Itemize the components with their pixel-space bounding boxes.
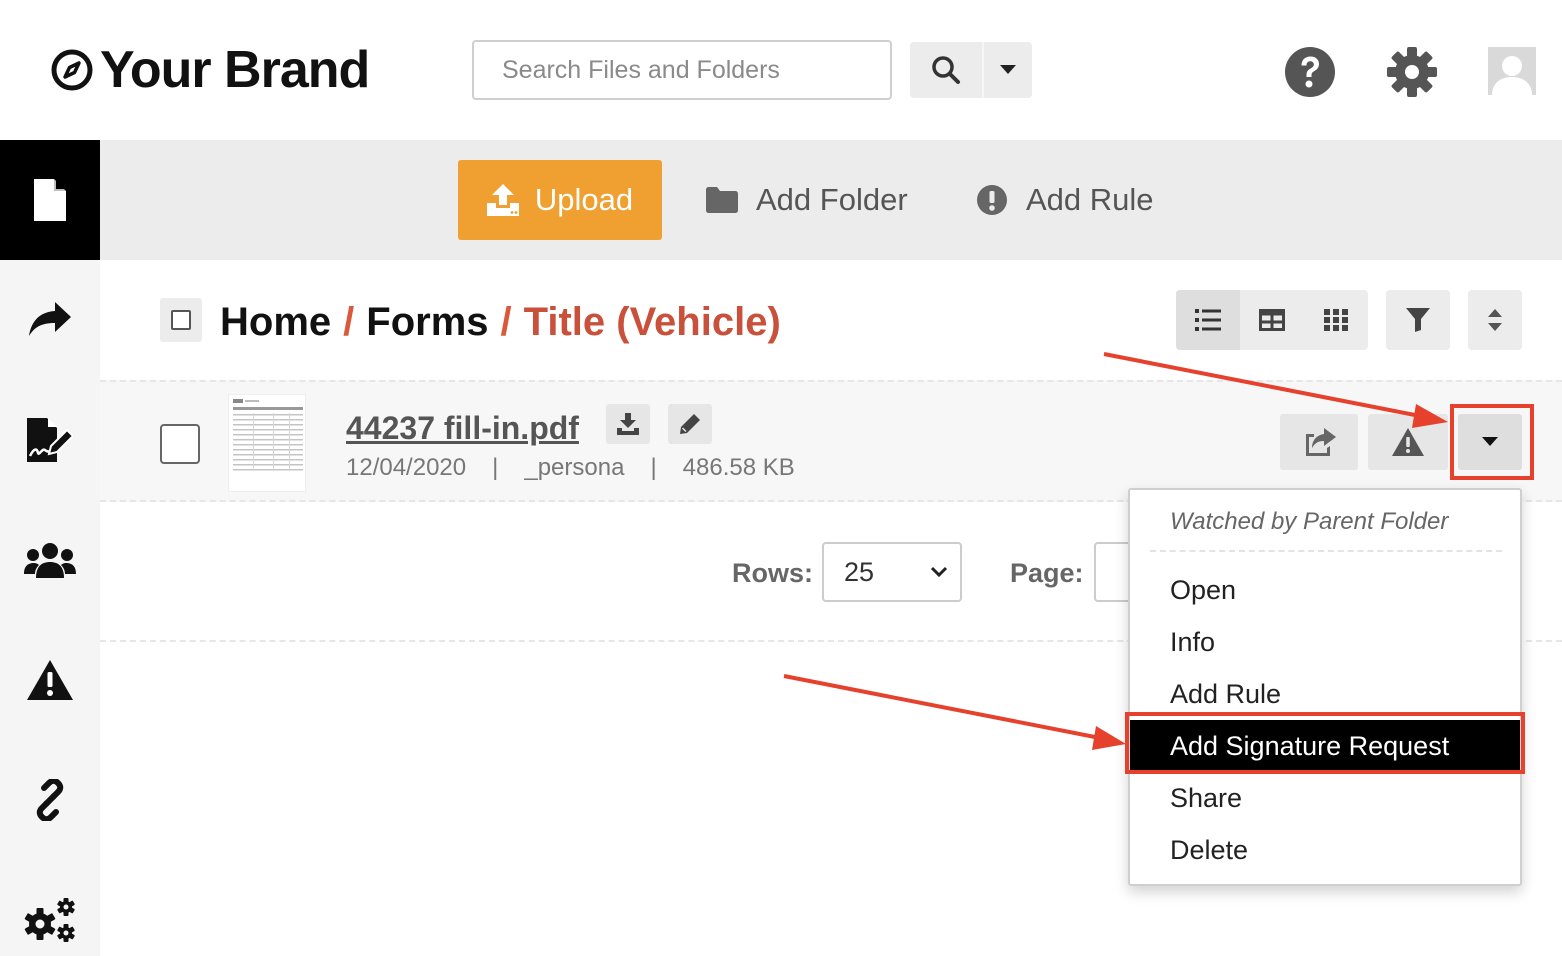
add-rule-button[interactable]: Add Rule bbox=[976, 160, 1154, 240]
share-file-button[interactable] bbox=[1280, 414, 1358, 470]
menu-divider bbox=[1150, 550, 1502, 552]
sidebar-item-alerts[interactable] bbox=[0, 620, 100, 740]
document-preview-icon bbox=[233, 399, 303, 471]
add-folder-label: Add Folder bbox=[756, 182, 908, 217]
user-silhouette-icon bbox=[1492, 56, 1532, 95]
breadcrumb-row: Home / Forms / Title (Vehicle) bbox=[100, 260, 1562, 380]
upload-icon bbox=[486, 184, 519, 216]
upload-button[interactable]: Upload bbox=[458, 160, 662, 240]
search-icon bbox=[932, 56, 960, 84]
sidebar-item-files[interactable] bbox=[0, 140, 100, 260]
add-rule-label: Add Rule bbox=[1026, 182, 1154, 217]
breadcrumb-current: Title (Vehicle) bbox=[523, 299, 781, 344]
file-owner: _persona bbox=[524, 454, 625, 481]
search-input[interactable] bbox=[474, 42, 890, 98]
search-button-group bbox=[910, 42, 1032, 98]
search-box bbox=[472, 40, 892, 100]
list-icon bbox=[1195, 309, 1221, 331]
download-button[interactable] bbox=[606, 404, 650, 444]
menu-header: Watched by Parent Folder bbox=[1170, 508, 1449, 535]
link-icon bbox=[36, 779, 64, 821]
meta-separator: | bbox=[492, 454, 499, 481]
exclamation-circle-icon bbox=[977, 185, 1007, 215]
gears-icon bbox=[24, 898, 75, 942]
breadcrumb-separator: / bbox=[343, 299, 355, 344]
sort-icon bbox=[1488, 309, 1502, 331]
annotation-highlight-box bbox=[1125, 712, 1525, 774]
sidebar-item-links[interactable] bbox=[0, 740, 100, 860]
pencil-icon bbox=[680, 414, 700, 434]
file-actions-menu: Watched by Parent Folder Open Info Add R… bbox=[1128, 488, 1522, 886]
menu-item-open[interactable]: Open bbox=[1130, 564, 1520, 616]
signature-file-icon bbox=[27, 418, 73, 462]
top-header: Your Brand bbox=[0, 0, 1562, 140]
help-icon[interactable] bbox=[1284, 46, 1336, 98]
avatar[interactable] bbox=[1488, 47, 1536, 95]
rows-label: Rows: bbox=[732, 558, 813, 588]
chevron-down-icon bbox=[930, 566, 948, 578]
checkbox-box bbox=[171, 310, 191, 330]
file-name-link[interactable]: 44237 fill-in.pdf bbox=[346, 410, 579, 447]
table-view-button[interactable] bbox=[1240, 290, 1304, 350]
menu-item-share[interactable]: Share bbox=[1130, 772, 1520, 824]
brand-logo[interactable]: Your Brand bbox=[50, 40, 370, 100]
breadcrumb: Home / Forms / Title (Vehicle) bbox=[220, 298, 781, 346]
sidebar-item-settings[interactable] bbox=[0, 860, 100, 956]
table-row[interactable]: 44237 fill-in.pdf 12/04/2020 | _persona … bbox=[100, 380, 1562, 502]
compass-icon bbox=[51, 49, 93, 91]
file-size: 486.58 KB bbox=[682, 454, 795, 481]
sidebar-item-users[interactable] bbox=[0, 500, 100, 620]
menu-item-info[interactable]: Info bbox=[1130, 616, 1520, 668]
search-button[interactable] bbox=[910, 42, 984, 98]
file-icon bbox=[34, 179, 66, 221]
row-checkbox[interactable] bbox=[160, 424, 200, 464]
filter-icon bbox=[1406, 308, 1430, 332]
sidebar-item-signatures[interactable] bbox=[0, 380, 100, 500]
gear-icon[interactable] bbox=[1386, 46, 1438, 98]
upload-label: Upload bbox=[534, 182, 634, 217]
sidebar bbox=[0, 140, 100, 956]
caret-down-icon bbox=[1000, 65, 1016, 74]
meta-separator: | bbox=[650, 454, 657, 481]
grid-view-button[interactable] bbox=[1304, 290, 1368, 350]
share-square-icon bbox=[1306, 428, 1336, 456]
file-alert-button[interactable] bbox=[1368, 414, 1448, 470]
action-toolbar: Upload Add Folder Add Rule bbox=[100, 140, 1562, 260]
annotation-highlight-box bbox=[1450, 404, 1534, 480]
filter-button[interactable] bbox=[1386, 290, 1450, 350]
page-label: Page: bbox=[1010, 558, 1084, 588]
warning-icon bbox=[27, 660, 73, 700]
file-metadata: 12/04/2020 | _persona | 486.58 KB bbox=[346, 454, 795, 482]
rename-button[interactable] bbox=[668, 404, 712, 444]
file-thumbnail[interactable] bbox=[228, 394, 306, 492]
brand-name: Your Brand bbox=[100, 41, 370, 99]
add-folder-button[interactable]: Add Folder bbox=[706, 160, 908, 240]
select-all-checkbox[interactable] bbox=[160, 298, 202, 342]
breadcrumb-home[interactable]: Home bbox=[220, 300, 331, 345]
rows-value: 25 bbox=[844, 556, 875, 587]
share-arrow-icon bbox=[29, 302, 71, 336]
table-icon bbox=[1259, 309, 1285, 331]
search-options-button[interactable] bbox=[984, 42, 1032, 98]
annotation-arrow bbox=[783, 674, 1126, 750]
rows-per-page-select[interactable]: 25 bbox=[822, 542, 962, 602]
view-mode-group bbox=[1176, 290, 1368, 350]
download-icon bbox=[617, 413, 639, 435]
menu-item-delete[interactable]: Delete bbox=[1130, 824, 1520, 876]
list-view-button[interactable] bbox=[1176, 290, 1240, 350]
breadcrumb-forms[interactable]: Forms bbox=[366, 300, 488, 345]
warning-icon bbox=[1392, 428, 1424, 456]
breadcrumb-separator: / bbox=[500, 299, 512, 344]
users-icon bbox=[24, 543, 76, 578]
sidebar-item-shared[interactable] bbox=[0, 260, 100, 380]
grid-icon bbox=[1324, 309, 1348, 331]
folder-icon bbox=[706, 187, 738, 213]
sort-button[interactable] bbox=[1468, 290, 1522, 350]
file-date: 12/04/2020 bbox=[346, 454, 467, 481]
